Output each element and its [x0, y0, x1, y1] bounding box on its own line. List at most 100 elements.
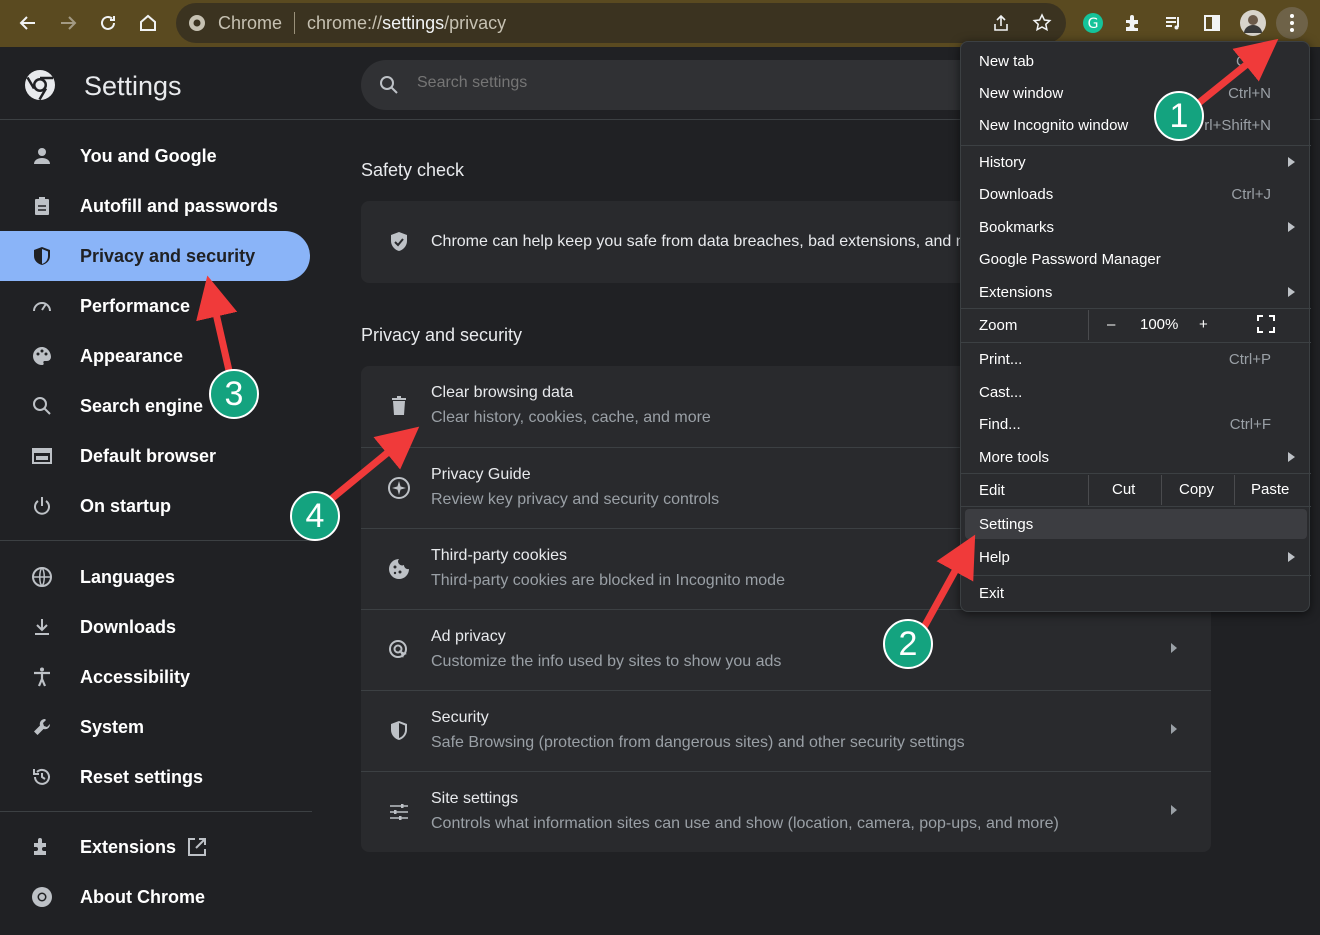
page-title: Settings	[84, 71, 182, 101]
menu-item-label: Downloads	[979, 185, 1054, 203]
chrome-menu-kebab-icon[interactable]	[1276, 7, 1308, 39]
row-title: Security	[431, 709, 489, 726]
zoom-out-button[interactable]: –	[1107, 316, 1115, 333]
bookmark-star-icon[interactable]	[1032, 13, 1052, 38]
row-subtitle: Review key privacy and security controls	[431, 491, 720, 508]
forward-icon[interactable]	[52, 7, 84, 39]
menu-item-extensions[interactable]: Extensions	[961, 276, 1311, 308]
chevron-right-icon	[1171, 643, 1177, 653]
sidebar-item-about-chrome[interactable]: About Chrome	[0, 872, 310, 922]
sidebar-item-label: System	[80, 716, 145, 737]
gauge-icon	[30, 294, 54, 318]
menu-item-label: History	[979, 153, 1026, 171]
sidebar-item-label: Privacy and security	[80, 245, 256, 266]
sidebar-item-label: Extensions	[80, 836, 177, 857]
menu-item-label: Help	[979, 548, 1010, 566]
magnifier-icon	[30, 394, 54, 418]
safety-check-title: Safety check	[361, 160, 465, 180]
side-panel-icon[interactable]	[1196, 7, 1228, 39]
row-security[interactable]: Security Safe Browsing (protection from …	[361, 690, 1211, 771]
address-bar[interactable]: Chrome chrome://settings/privacy	[176, 3, 1066, 43]
fullscreen-icon[interactable]	[1257, 315, 1275, 338]
cut-button[interactable]: Cut	[1112, 481, 1135, 498]
sidebar-item-reset[interactable]: Reset settings	[0, 752, 310, 802]
menu-shortcut: Ctrl+F	[1229, 415, 1271, 433]
submenu-arrow-icon	[1288, 287, 1295, 297]
search-icon	[379, 75, 399, 100]
chevron-right-icon	[1171, 724, 1177, 734]
sidebar-item-autofill[interactable]: Autofill and passwords	[0, 181, 310, 231]
browser-window-icon	[30, 444, 54, 468]
chrome-site-icon	[188, 14, 206, 37]
menu-item-find[interactable]: Find... Ctrl+F	[961, 408, 1311, 440]
clipboard-icon	[30, 194, 54, 218]
shield-icon	[387, 719, 411, 743]
share-icon[interactable]	[991, 13, 1011, 38]
cookie-icon	[387, 557, 411, 581]
sidebar-item-accessibility[interactable]: Accessibility	[0, 652, 310, 702]
menu-item-new-tab[interactable]: New tab Ct	[961, 45, 1311, 77]
menu-item-label: New tab	[979, 52, 1035, 70]
media-queue-icon[interactable]	[1157, 7, 1189, 39]
sidebar-item-privacy[interactable]: Privacy and security	[0, 231, 310, 281]
step-badge-4: 4	[290, 491, 340, 541]
step-badge-1: 1	[1154, 91, 1204, 141]
menu-item-label: New Incognito window	[979, 116, 1129, 134]
back-icon[interactable]	[12, 7, 44, 39]
edit-divider	[1088, 475, 1089, 505]
zoom-in-button[interactable]: +	[1199, 316, 1208, 333]
trash-icon	[387, 394, 411, 418]
menu-item-label: Cast...	[979, 383, 1023, 401]
extensions-puzzle-icon[interactable]	[1117, 7, 1149, 39]
profile-avatar[interactable]	[1237, 7, 1269, 39]
row-title: Ad privacy	[431, 628, 506, 645]
menu-item-new-window[interactable]: New window Ctrl+N	[961, 77, 1311, 109]
copy-button[interactable]: Copy	[1179, 481, 1214, 498]
menu-item-print[interactable]: Print... Ctrl+P	[961, 343, 1311, 375]
sidebar-item-default-browser[interactable]: Default browser	[0, 431, 310, 481]
download-icon	[30, 615, 54, 639]
sidebar-item-label: Downloads	[80, 616, 177, 637]
menu-item-label: Print...	[979, 350, 1023, 368]
menu-item-help[interactable]: Help	[961, 541, 1311, 573]
paste-button[interactable]: Paste	[1251, 481, 1289, 498]
menu-item-password-manager[interactable]: Google Password Manager	[961, 243, 1311, 275]
chevron-right-icon	[1171, 805, 1177, 815]
safety-check-text: Chrome can help keep you safe from data …	[431, 233, 970, 250]
search-input[interactable]	[417, 74, 977, 92]
menu-item-downloads[interactable]: Downloads Ctrl+J	[961, 178, 1311, 210]
submenu-arrow-icon	[1288, 452, 1295, 462]
sidebar-item-downloads[interactable]: Downloads	[0, 602, 310, 652]
sidebar-item-appearance[interactable]: Appearance	[0, 331, 310, 381]
menu-item-label: Zoom	[979, 316, 1018, 334]
search-settings-box[interactable]	[361, 60, 1061, 110]
site-label: Chrome	[218, 12, 283, 33]
menu-item-cast[interactable]: Cast...	[961, 376, 1311, 408]
row-ad-privacy[interactable]: Ad privacy Customize the info used by si…	[361, 609, 1211, 690]
reload-icon[interactable]	[92, 7, 124, 39]
row-subtitle: Controls what information sites can use …	[431, 815, 1059, 832]
shield-icon	[30, 244, 54, 268]
sidebar-item-system[interactable]: System	[0, 702, 310, 752]
address-separator	[294, 12, 296, 34]
row-title: Site settings	[431, 790, 519, 807]
menu-item-settings[interactable]: Settings	[965, 509, 1307, 539]
grammarly-icon[interactable]: G	[1077, 7, 1109, 39]
sidebar-item-performance[interactable]: Performance	[0, 281, 310, 331]
menu-item-bookmarks[interactable]: Bookmarks	[961, 211, 1311, 243]
sidebar-item-search-engine[interactable]: Search engine	[0, 381, 310, 431]
submenu-arrow-icon	[1288, 552, 1295, 562]
sidebar-item-label: Appearance	[80, 345, 184, 366]
sidebar-item-languages[interactable]: Languages	[0, 552, 310, 602]
menu-item-label: New window	[979, 84, 1064, 102]
sidebar-item-label: About Chrome	[80, 886, 205, 907]
menu-item-exit[interactable]: Exit	[961, 577, 1311, 609]
home-icon[interactable]	[132, 7, 164, 39]
sidebar-item-on-startup[interactable]: On startup	[0, 481, 310, 531]
menu-item-more-tools[interactable]: More tools	[961, 441, 1311, 473]
sidebar-item-you-and-google[interactable]: You and Google	[0, 131, 310, 181]
menu-item-new-incognito[interactable]: New Incognito window rl+Shift+N	[961, 109, 1311, 141]
row-site-settings[interactable]: Site settings Controls what information …	[361, 771, 1211, 852]
menu-item-history[interactable]: History	[961, 146, 1311, 178]
sidebar-item-extensions[interactable]: Extensions	[0, 822, 310, 872]
